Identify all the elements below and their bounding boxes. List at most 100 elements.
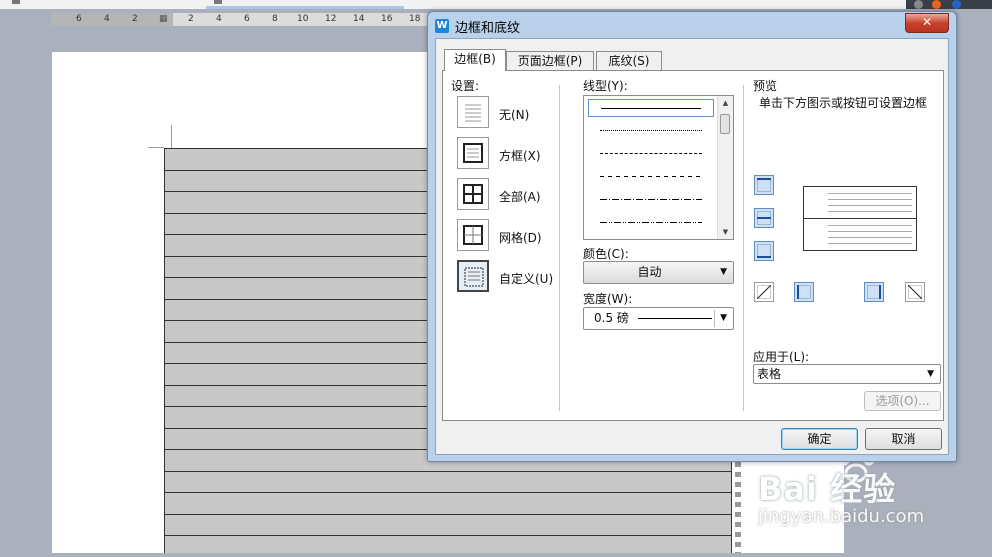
border-preview[interactable] <box>803 186 917 251</box>
crop-mark <box>148 147 164 148</box>
dropdown-arrow-icon: ▼ <box>720 313 727 323</box>
border-bottom-button[interactable] <box>754 241 774 261</box>
apply-to-heading: 应用于(L): <box>753 350 810 364</box>
preview-heading: 预览 <box>753 79 778 93</box>
diagonal-down-icon <box>908 285 922 299</box>
width-sample-line <box>638 318 712 319</box>
close-button[interactable]: ✕ <box>905 13 949 33</box>
toolbar-icon[interactable] <box>214 0 222 4</box>
table-row[interactable] <box>165 470 731 493</box>
line-style-option[interactable] <box>588 168 714 186</box>
crop-mark <box>171 125 172 148</box>
border-left-button[interactable] <box>794 282 814 302</box>
toolbar-icon[interactable] <box>12 0 20 4</box>
table-row[interactable] <box>165 492 731 514</box>
table-row[interactable] <box>165 535 731 557</box>
borders-shading-dialog: W 边框和底纹 ✕ 边框(B) 页面边框(P) 底纹(S) 设置: 无(N) 方… <box>427 11 957 462</box>
color-heading: 颜色(C): <box>583 247 629 261</box>
ruler-tick: 8 <box>272 14 278 24</box>
border-none-icon <box>465 104 481 122</box>
settings-heading: 设置: <box>451 79 480 93</box>
line-style-option[interactable] <box>588 191 714 209</box>
setting-custom-label[interactable]: 自定义(U) <box>499 270 553 287</box>
ruler-tick: 6 <box>76 14 82 24</box>
horizontal-ruler: 6 4 2 ▦ 2 4 6 8 10 12 14 16 18 <box>51 13 431 26</box>
ruler-tick: 14 <box>353 14 365 24</box>
preview-hint: 单击下方图示或按钮可设置边框 <box>759 96 928 110</box>
dropdown-arrow-icon: ▼ <box>720 267 727 277</box>
active-doc-tab-indicator <box>206 6 404 9</box>
setting-all-label[interactable]: 全部(A) <box>499 188 541 205</box>
apply-to-dropdown[interactable]: 表格 ▼ <box>753 364 941 384</box>
tray-icon[interactable] <box>952 0 961 9</box>
ruler-tick: 10 <box>297 14 309 24</box>
ruler-tick: 2 <box>188 14 194 24</box>
tab-page-borders[interactable]: 页面边框(P) <box>506 51 594 70</box>
setting-none-label[interactable]: 无(N) <box>499 106 529 123</box>
line-style-scrollbar[interactable]: ▲ ▼ <box>717 96 733 239</box>
ruler-tick: 4 <box>216 14 222 24</box>
setting-none-button[interactable] <box>457 96 489 128</box>
scroll-down-icon[interactable]: ▼ <box>718 225 733 239</box>
top-strip <box>0 0 992 9</box>
color-dropdown[interactable]: 自动 ▼ <box>583 261 734 284</box>
border-left-icon <box>797 285 811 299</box>
width-value: 0.5 磅 <box>594 311 629 325</box>
dialog-title: 边框和底纹 <box>455 21 521 36</box>
ruler-indent-marker[interactable]: ▦ <box>159 13 168 26</box>
ruler-tick: 16 <box>381 14 393 24</box>
border-grid-icon <box>463 225 483 245</box>
ruler-tick: 18 <box>409 14 421 24</box>
setting-grid-button[interactable] <box>457 219 489 251</box>
borders-panel: 设置: 无(N) 方框(X) 全部(A) 网格(D) 自定义(U) 线型(Y):… <box>442 70 944 421</box>
system-tray <box>906 0 992 9</box>
setting-grid-label[interactable]: 网格(D) <box>499 229 542 246</box>
line-style-heading: 线型(Y): <box>583 79 628 93</box>
border-bottom-icon <box>757 244 771 258</box>
dialog-titlebar[interactable]: W 边框和底纹 ✕ <box>428 12 956 38</box>
options-button[interactable]: 选项(O)... <box>864 391 941 411</box>
line-style-option[interactable] <box>588 145 714 163</box>
tab-shading[interactable]: 底纹(S) <box>596 51 662 70</box>
watermark-url: jingyan.baidu.com <box>758 506 925 527</box>
watermark-logo: Bai 经验 <box>758 470 897 508</box>
scroll-up-icon[interactable]: ▲ <box>718 96 733 110</box>
border-inside-horizontal-button[interactable] <box>754 208 774 228</box>
ruler-tick: 6 <box>244 14 250 24</box>
line-style-option[interactable] <box>588 99 714 117</box>
border-custom-icon <box>464 267 484 287</box>
ruler-tick: 2 <box>132 14 138 24</box>
setting-box-label[interactable]: 方框(X) <box>499 147 541 164</box>
border-top-button[interactable] <box>754 175 774 195</box>
border-right-button[interactable] <box>864 282 884 302</box>
cancel-button[interactable]: 取消 <box>865 428 942 450</box>
ok-button[interactable]: 确定 <box>781 428 858 450</box>
border-diagonal-down-button[interactable] <box>905 282 925 302</box>
tray-icon[interactable] <box>932 0 941 9</box>
tab-borders[interactable]: 边框(B) <box>444 49 506 71</box>
width-heading: 宽度(W): <box>583 292 633 306</box>
line-style-list[interactable]: ▲ ▼ <box>583 95 734 240</box>
setting-all-button[interactable] <box>457 178 489 210</box>
dropdown-arrow-icon: ▼ <box>927 369 934 379</box>
width-dropdown[interactable]: 0.5 磅 ▼ <box>583 307 734 330</box>
table-row[interactable] <box>165 513 731 536</box>
section-divider <box>559 85 560 411</box>
setting-box-button[interactable] <box>457 137 489 169</box>
scroll-thumb[interactable] <box>720 114 730 134</box>
dialog-client: 边框(B) 页面边框(P) 底纹(S) 设置: 无(N) 方框(X) 全部(A)… <box>435 38 949 455</box>
diagonal-up-icon <box>757 285 771 299</box>
ruler-tick: 12 <box>325 14 337 24</box>
tray-icon[interactable] <box>914 0 923 9</box>
border-inside-horizontal-icon <box>757 211 771 225</box>
setting-custom-button[interactable] <box>457 260 489 292</box>
line-style-option[interactable] <box>588 122 714 140</box>
border-diagonal-up-button[interactable] <box>754 282 774 302</box>
border-all-icon <box>463 184 483 204</box>
app-icon: W <box>435 19 449 33</box>
table-edge-marker <box>735 462 741 553</box>
border-right-icon <box>867 285 881 299</box>
apply-to-value: 表格 <box>757 367 782 381</box>
color-value: 自动 <box>637 265 662 279</box>
line-style-option[interactable] <box>588 214 714 232</box>
